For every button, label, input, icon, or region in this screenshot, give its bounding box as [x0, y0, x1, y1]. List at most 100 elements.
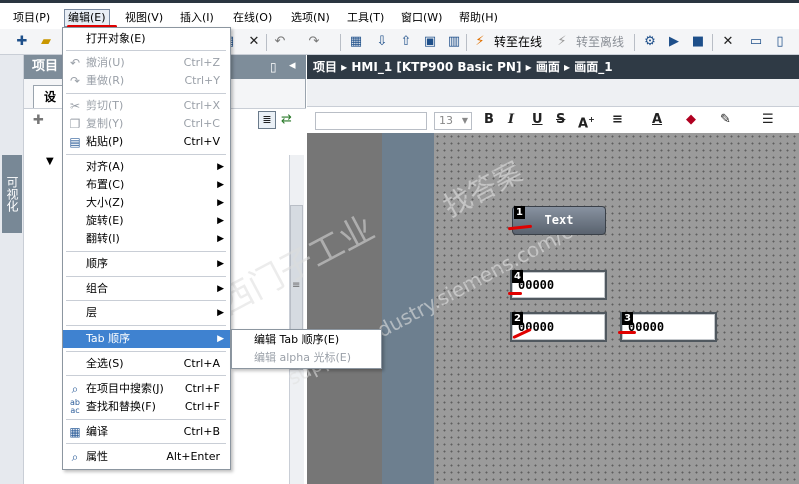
line-style-icon[interactable]: ☰	[762, 110, 774, 130]
menu-item-redo[interactable]: ↷ 重做(R) Ctrl+Y	[63, 72, 230, 90]
collapse-panel-icon[interactable]: ◂	[289, 58, 296, 73]
menu-options[interactable]: 选项(N)	[288, 9, 333, 27]
format-toolbar	[307, 79, 799, 107]
menu-separator	[66, 93, 226, 94]
menu-item-rotate[interactable]: 旋转(E) ▶	[63, 212, 230, 230]
export-icon[interactable]: ⇄	[281, 112, 292, 127]
font-size-value: 13	[439, 114, 453, 127]
submenu-item-edit-tab-order[interactable]: 编辑 Tab 顺序(E)	[232, 331, 381, 349]
fill-color-icon[interactable]: ◆	[686, 110, 696, 130]
redo-icon[interactable]: ↷	[306, 34, 322, 50]
menu-separator	[66, 300, 226, 301]
menu-item-label: 打开对象(E)	[86, 32, 146, 45]
menu-item-shortcut: Ctrl+Z	[183, 56, 220, 69]
menu-item-compile[interactable]: ▦ 编译 Ctrl+B	[63, 423, 230, 441]
go-online-icon[interactable]: ⚡	[472, 34, 488, 50]
menu-item-label: 属性	[86, 450, 108, 463]
download-device-icon[interactable]: ▣	[422, 34, 438, 50]
submenu-arrow-icon: ▶	[217, 234, 224, 244]
font-family-field[interactable]	[315, 112, 427, 130]
toolbar-separator	[712, 34, 713, 51]
text-align-icon[interactable]: ≡	[612, 110, 623, 130]
compile-icon[interactable]: ▦	[348, 34, 364, 50]
redo-icon: ↷	[69, 74, 81, 88]
undo-icon[interactable]: ↶	[272, 34, 288, 50]
accessible-devices-icon[interactable]: ⚙	[642, 34, 658, 50]
visualization-tab[interactable]: 可视化	[2, 155, 22, 233]
start-simulation-icon[interactable]: ▶	[666, 34, 682, 50]
font-size-field[interactable]: 13 ▼	[434, 112, 472, 130]
menu-item-shortcut: Ctrl+C	[183, 117, 220, 130]
add-icon[interactable]: ✚	[33, 113, 44, 128]
menu-item-align[interactable]: 对齐(A) ▶	[63, 158, 230, 176]
menu-online[interactable]: 在线(O)	[230, 9, 275, 27]
io-field-3[interactable]: 00000	[620, 312, 717, 342]
open-project-icon[interactable]: ▰	[38, 34, 54, 50]
left-panel-strip	[0, 55, 24, 484]
details-view-icon[interactable]: ≣	[258, 111, 276, 129]
menu-item-properties[interactable]: ⌕ 属性 Alt+Enter	[63, 448, 230, 466]
menu-window[interactable]: 窗口(W)	[398, 9, 445, 27]
menu-item-cut[interactable]: ✂ 剪切(T) Ctrl+X	[63, 97, 230, 115]
go-offline-button[interactable]: 转至离线	[576, 34, 624, 50]
upload-icon[interactable]: ⇧	[398, 34, 414, 50]
go-offline-icon[interactable]: ⚡	[554, 34, 570, 50]
menu-item-open-object[interactable]: 打开对象(E)	[63, 30, 230, 48]
tab-order-badge: 4	[512, 270, 523, 283]
pin-icon[interactable]: ▯	[270, 60, 277, 74]
menu-item-select-all[interactable]: 全选(S) Ctrl+A	[63, 355, 230, 373]
menu-item-layer[interactable]: 层 ▶	[63, 304, 230, 322]
split-horizontal-icon[interactable]: ▭	[748, 34, 764, 50]
menu-item-search-project[interactable]: ⌕ 在项目中搜索(J) Ctrl+F	[63, 380, 230, 398]
runtime-icon[interactable]: ▥	[446, 34, 462, 50]
new-project-icon[interactable]: ✚	[14, 34, 30, 50]
menu-item-flip[interactable]: 翻转(I) ▶	[63, 230, 230, 248]
menu-project[interactable]: 项目(P)	[10, 9, 53, 27]
menu-item-label: 大小(Z)	[86, 196, 125, 209]
menu-item-find-replace[interactable]: ab ac 查找和替换(F) Ctrl+F	[63, 398, 230, 416]
menu-item-arrange[interactable]: 布置(C) ▶	[63, 176, 230, 194]
font-color-icon[interactable]: A	[652, 110, 662, 130]
stop-simulation-icon[interactable]: ■	[690, 34, 706, 50]
project-tree-title: 项目	[32, 59, 59, 74]
menu-item-paste[interactable]: ▤ 粘贴(P) Ctrl+V	[63, 133, 230, 151]
menu-item-group[interactable]: 组合 ▶	[63, 280, 230, 298]
submenu-arrow-icon: ▶	[217, 334, 224, 344]
underline-icon[interactable]: U	[532, 110, 543, 130]
menu-item-size[interactable]: 大小(Z) ▶	[63, 194, 230, 212]
submenu-arrow-icon: ▶	[217, 308, 224, 318]
strikethrough-icon[interactable]: S	[556, 110, 565, 130]
delete-icon[interactable]: ✕	[246, 34, 262, 50]
go-online-button[interactable]: 转至在线	[494, 34, 542, 50]
search-icon: ⌕	[71, 382, 79, 396]
bold-icon[interactable]: B	[484, 110, 494, 130]
line-color-icon[interactable]: ✎	[720, 110, 731, 130]
menu-item-label: 查找和替换(F)	[86, 400, 156, 413]
menu-tools[interactable]: 工具(T)	[344, 9, 387, 27]
submenu-arrow-icon: ▶	[217, 162, 224, 172]
menu-separator	[66, 419, 226, 420]
menu-item-tab-order[interactable]: Tab 顺序 ▶	[63, 330, 230, 348]
menu-view[interactable]: 视图(V)	[122, 9, 166, 27]
toolbar-separator	[340, 34, 341, 51]
download-icon[interactable]: ⇩	[374, 34, 390, 50]
menu-help[interactable]: 帮助(H)	[456, 9, 501, 27]
io-field-2[interactable]: 00000	[510, 312, 607, 342]
font-size-increase-icon[interactable]: A+	[578, 110, 595, 134]
submenu-item-edit-alpha-cursor[interactable]: 编辑 alpha 光标(E)	[232, 349, 381, 367]
split-vertical-icon[interactable]: ▯	[772, 34, 788, 50]
hmi-screen-canvas[interactable]	[434, 133, 799, 484]
hmi-text-button[interactable]: Text	[512, 206, 606, 235]
menu-item-order[interactable]: 顺序 ▶	[63, 255, 230, 273]
menu-item-label: 对齐(A)	[86, 160, 125, 173]
close-icon[interactable]: ✕	[720, 34, 736, 50]
menu-item-copy[interactable]: ❐ 复制(Y) Ctrl+C	[63, 115, 230, 133]
menu-item-label: 组合	[86, 282, 108, 295]
menu-insert[interactable]: 插入(I)	[177, 9, 217, 27]
io-field-4[interactable]: 00000	[510, 270, 607, 300]
toolbar-separator	[266, 34, 267, 51]
menu-item-label: 全选(S)	[86, 357, 124, 370]
menu-item-undo[interactable]: ↶ 撤消(U) Ctrl+Z	[63, 54, 230, 72]
expand-arrow-icon[interactable]: ▼	[46, 156, 54, 167]
italic-icon[interactable]: I	[508, 110, 514, 130]
